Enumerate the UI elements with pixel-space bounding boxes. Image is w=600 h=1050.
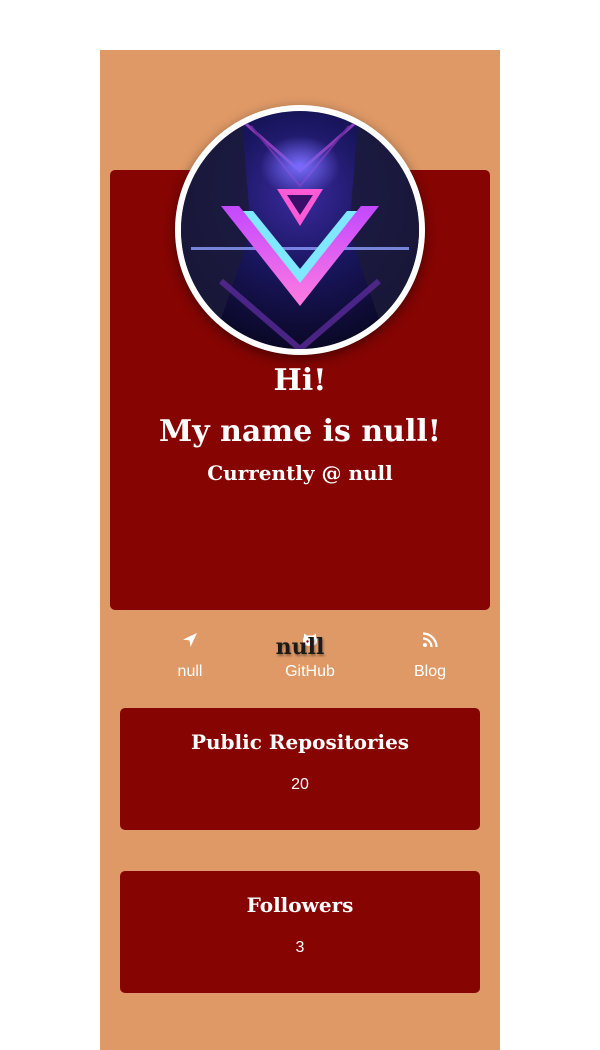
stat-card-public-repositories: Public Repositories 20 — [120, 708, 480, 830]
avatar — [175, 105, 425, 355]
stat-card-followers: Followers 3 — [120, 871, 480, 993]
github-label: GitHub — [285, 663, 335, 680]
greeting-heading: Hi! — [273, 363, 327, 398]
name-heading: My name is null! — [159, 414, 441, 449]
avatar-image — [181, 111, 419, 349]
blog-label: Blog — [413, 663, 447, 680]
stat-value: 20 — [291, 776, 309, 793]
location-label: null — [177, 663, 203, 680]
bio-text: null — [275, 634, 325, 660]
profile-panel: null GitHub Blog Hi! My name is null! Cu… — [100, 50, 500, 1050]
stat-value: 3 — [295, 939, 305, 956]
stat-title: Public Repositories — [190, 730, 410, 754]
stat-title: Followers — [246, 893, 354, 917]
company-heading: Currently @ null — [207, 461, 393, 485]
